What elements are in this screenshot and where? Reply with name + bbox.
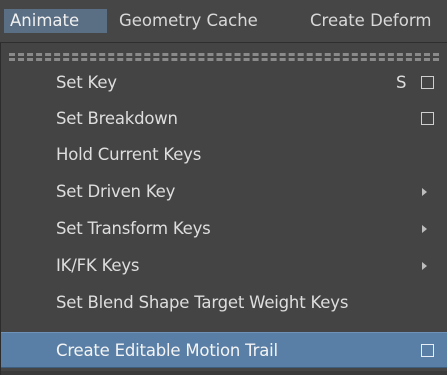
menu-item-set-breakdown[interactable]: Set Breakdown	[1, 101, 447, 137]
animate-dropdown-menu: Set Key S Set Breakdown Hold Current Key…	[0, 43, 447, 375]
app-screen: Animate Geometry Cache Create Deform Set…	[0, 0, 447, 375]
menu-bottom-edge	[1, 371, 447, 375]
option-box-icon[interactable]	[421, 112, 434, 125]
menu-bar: Animate Geometry Cache Create Deform	[0, 0, 447, 43]
menu-item-label: Set Transform Keys	[56, 219, 211, 238]
menu-item-hold-current-keys[interactable]: Hold Current Keys	[1, 137, 447, 173]
tear-off-handle[interactable]	[9, 53, 439, 61]
menubar-item-create-deformers[interactable]: Create Deform	[304, 9, 447, 33]
menu-item-set-key[interactable]: Set Key S	[1, 65, 447, 101]
menubar-item-animate[interactable]: Animate	[4, 9, 107, 33]
option-box-icon[interactable]	[421, 76, 434, 89]
menu-item-create-editable-motion-trail[interactable]: Create Editable Motion Trail	[1, 332, 447, 368]
submenu-arrow-icon	[422, 262, 427, 270]
menu-item-ik-fk-keys[interactable]: IK/FK Keys	[1, 248, 447, 284]
menu-item-label: IK/FK Keys	[56, 256, 140, 275]
submenu-arrow-icon	[422, 188, 427, 196]
menu-item-label: Hold Current Keys	[56, 145, 202, 164]
menu-item-set-blend-shape-target-weight-keys[interactable]: Set Blend Shape Target Weight Keys	[1, 285, 447, 321]
menu-item-shortcut: S	[396, 73, 407, 92]
submenu-arrow-icon	[422, 225, 427, 233]
menu-item-set-transform-keys[interactable]: Set Transform Keys	[1, 211, 447, 247]
menu-item-label: Set Key	[56, 73, 117, 92]
menu-item-label: Create Editable Motion Trail	[56, 341, 278, 360]
option-box-icon[interactable]	[421, 344, 434, 357]
menu-item-set-driven-key[interactable]: Set Driven Key	[1, 174, 447, 210]
menu-item-label: Set Driven Key	[56, 182, 176, 201]
menu-item-label: Set Breakdown	[56, 109, 178, 128]
menu-item-label: Set Blend Shape Target Weight Keys	[56, 293, 349, 312]
menubar-item-geometry-cache[interactable]: Geometry Cache	[113, 9, 293, 33]
